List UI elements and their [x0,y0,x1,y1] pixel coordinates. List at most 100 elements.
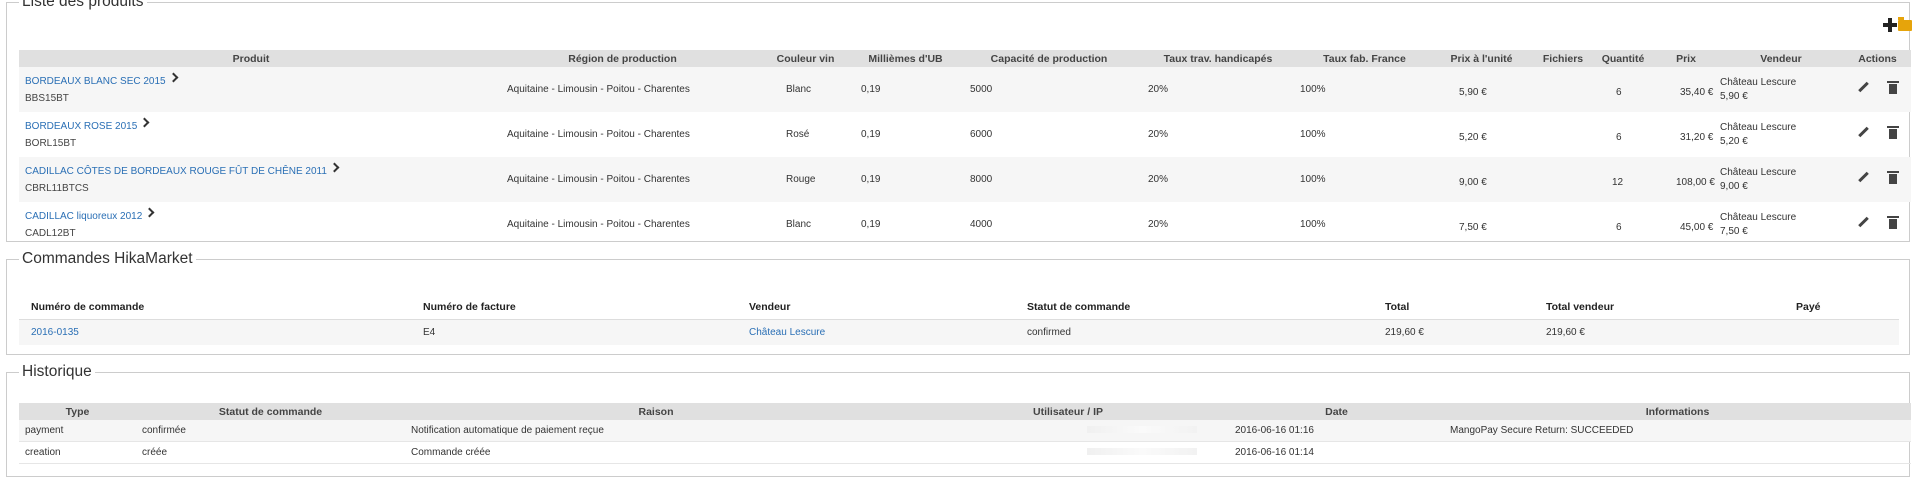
product-price: 108,00 € [1676,176,1715,188]
col-paid: Payé [1784,294,1899,320]
col-total: Total [1373,294,1534,320]
col-quantite[interactable]: Quantité [1592,50,1654,67]
product-color: Blanc [786,84,812,95]
product-link[interactable]: BORDEAUX BLANC SEC 2015 [25,76,166,87]
product-link[interactable]: CADILLAC liquoreux 2012 [25,211,142,222]
folder-icon[interactable] [1898,17,1912,31]
history-row: creation créée Commande créée 2016-06-16… [19,441,1911,464]
edit-pencil-icon[interactable] [1856,126,1870,140]
col-fichiers[interactable]: Fichiers [1534,50,1592,67]
products-legend: Liste des produits [22,0,144,10]
chevron-right-icon[interactable] [168,72,179,82]
col-user-ip: Utilisateur / IP [907,403,1229,420]
history-row: payment confirmée Notification automatiq… [19,420,1911,442]
col-date: Date [1229,403,1444,420]
chevron-right-icon[interactable] [144,207,155,217]
col-couleur[interactable]: Couleur vin [762,50,849,67]
product-link[interactable]: CADILLAC CÔTES DE BORDEAUX ROUGE FÛT DE … [25,166,327,177]
product-region: Aquitaine - Limousin - Poitou - Charente… [507,84,690,95]
product-ub: 0,19 [861,84,881,95]
edit-pencil-icon[interactable] [1856,216,1870,230]
plus-icon[interactable] [1883,18,1897,32]
products-header-row: Produit Région de production Couleur vin… [19,50,1911,67]
history-panel: Historique Type Statut de commande Raiso… [6,363,1911,477]
product-quantity: 12 [1612,176,1624,188]
col-type: Type [19,403,136,420]
col-taux-france[interactable]: Taux fab. France [1300,50,1429,67]
product-capacity: 8000 [970,174,993,185]
history-date: 2016-06-16 01:16 [1229,420,1444,442]
history-legend: Historique [22,363,92,380]
product-vendor: Château Lescure [1720,166,1797,178]
product-link[interactable]: BORDEAUX ROSE 2015 [25,121,137,132]
product-row: CADILLAC liquoreux 2012 CADL12BT Aquitain… [19,202,1911,247]
product-france-rate: 100% [1300,84,1326,95]
col-capacite[interactable]: Capacité de production [962,50,1136,67]
trash-icon[interactable] [1886,171,1900,185]
product-unit-price: 9,00 € [1459,176,1487,188]
col-region[interactable]: Région de production [483,50,762,67]
product-vendor: Château Lescure [1720,211,1797,223]
col-taux-handicap[interactable]: Taux trav. handicapés [1136,50,1300,67]
col-prix-unite[interactable]: Prix à l'unité [1429,50,1534,67]
products-table: Produit Région de production Couleur vin… [19,50,1911,247]
order-row: 2016-0135 E4 Château Lescure confirmed 2… [19,319,1899,345]
trash-icon[interactable] [1886,81,1900,95]
product-ub: 0,19 [861,219,881,230]
product-capacity: 4000 [970,219,993,230]
product-vendor-price: 5,90 € [1720,90,1748,102]
orders-legend: Commandes HikaMarket [22,250,193,267]
product-france-rate: 100% [1300,219,1326,230]
product-unit-price: 5,90 € [1459,86,1487,98]
order-number-link[interactable]: 2016-0135 [31,327,79,338]
product-vendor: Château Lescure [1720,76,1797,88]
product-row: CADILLAC CÔTES DE BORDEAUX ROUGE FÛT DE … [19,157,1911,202]
product-sku: BORL15BT [25,137,77,149]
products-panel: Liste des produits Produit Région de pro… [6,0,1912,242]
col-informations: Informations [1444,403,1911,420]
order-vendor-link[interactable]: Château Lescure [749,327,825,338]
col-invoice-number: Numéro de facture [411,294,737,320]
product-region: Aquitaine - Limousin - Poitou - Charente… [507,129,690,140]
product-quantity: 6 [1616,131,1622,143]
chevron-right-icon[interactable] [139,117,150,127]
product-region: Aquitaine - Limousin - Poitou - Charente… [507,174,690,185]
col-produit[interactable]: Produit [19,50,483,67]
product-handicap-rate: 20% [1148,219,1169,230]
product-france-rate: 100% [1300,129,1326,140]
col-order-number: Numéro de commande [19,294,411,320]
col-vendeur[interactable]: Vendeur [1718,50,1844,67]
edit-pencil-icon[interactable] [1856,81,1870,95]
product-files [1534,202,1592,247]
order-status: confirmed [1015,319,1373,345]
trash-icon[interactable] [1886,126,1900,140]
history-info: MangoPay Secure Return: SUCCEEDED [1444,420,1911,442]
trash-icon[interactable] [1886,216,1900,230]
orders-table: Numéro de commande Numéro de facture Ven… [19,294,1899,345]
edit-pencil-icon[interactable] [1856,171,1870,185]
history-reason: Notification automatique de paiement reç… [405,420,907,442]
product-files [1534,67,1592,112]
col-order-status: Statut de commande [1015,294,1373,320]
history-info [1444,441,1911,464]
product-vendor: Château Lescure [1720,121,1797,133]
product-unit-price: 5,20 € [1459,131,1487,143]
product-color: Blanc [786,219,812,230]
col-reason: Raison [405,403,907,420]
product-sku: CBRL11BTCS [25,182,89,194]
product-sku: CADL12BT [25,227,76,239]
orders-panel: Commandes HikaMarket Numéro de commande … [6,250,1910,355]
col-vendor-total: Total vendeur [1534,294,1784,320]
col-milliemes[interactable]: Millièmes d'UB [849,50,962,67]
order-total: 219,60 € [1373,319,1534,345]
product-vendor-price: 7,50 € [1720,225,1748,237]
col-actions: Actions [1844,50,1911,67]
col-prix[interactable]: Prix [1654,50,1718,67]
product-handicap-rate: 20% [1148,174,1169,185]
history-user-redacted [1087,448,1197,455]
chevron-right-icon[interactable] [329,162,340,172]
product-unit-price: 7,50 € [1459,221,1487,233]
product-files [1534,157,1592,202]
product-color: Rouge [786,174,816,185]
product-handicap-rate: 20% [1148,84,1169,95]
